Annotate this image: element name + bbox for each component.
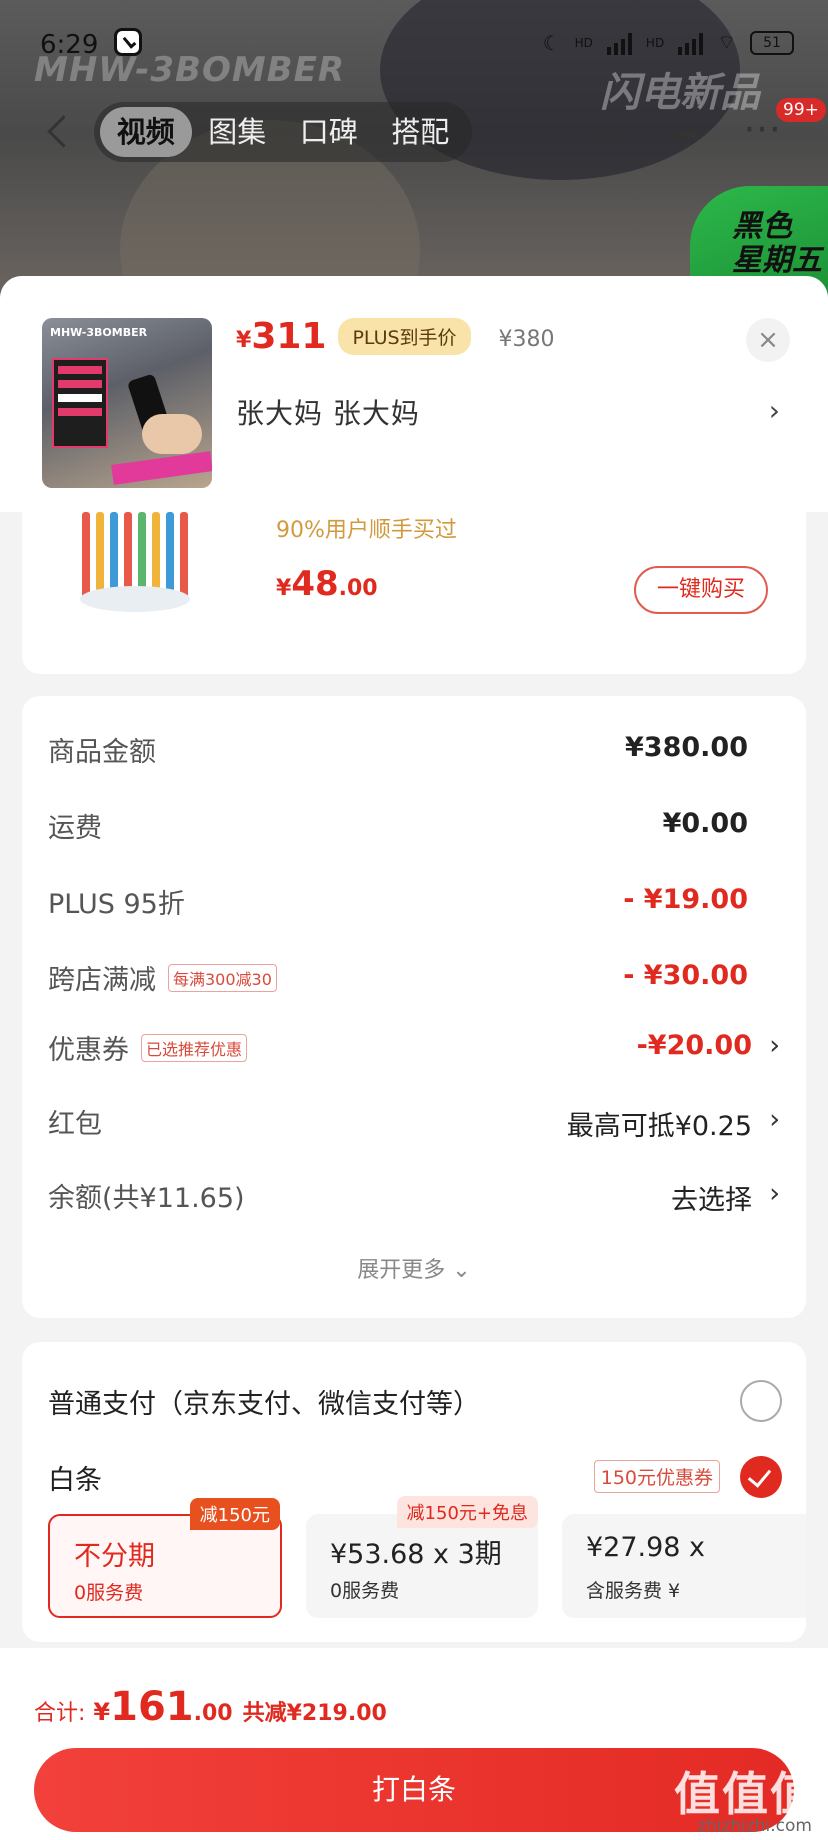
delivery-address[interactable]: 张大妈 张大妈 — [236, 392, 420, 432]
plan-badge: 减150元 — [189, 1498, 280, 1530]
sheet-header: MHW-3BOMBER ¥ 311 PLUS到手价 ¥380 张大妈 张大妈 ›… — [0, 276, 828, 512]
network-type-2: HD — [645, 35, 665, 50]
star-icon[interactable]: ☆ — [588, 112, 632, 156]
one-click-buy-button[interactable]: 一键购买 — [634, 566, 768, 614]
coupon-recommend-tag: 已选推荐优惠 — [141, 1033, 248, 1062]
original-price: ¥380 — [498, 327, 555, 352]
price-breakdown: 商品金额 ¥380.00 运费 ¥0.00 PLUS 95折 - ¥19.00 … — [22, 696, 806, 1318]
chevron-right-icon: › — [769, 1030, 780, 1061]
row-goods-amount: 商品金额 ¥380.00 — [48, 732, 748, 768]
moon-icon: ☾ — [542, 30, 561, 55]
back-icon[interactable] — [40, 112, 76, 152]
row-cross-store-discount: 跨店满减 每满300减30 - ¥30.00 — [48, 960, 748, 996]
status-icons: ☾ HD HD ⌔ 51 — [543, 30, 794, 55]
expand-more-button[interactable]: 展开更多 ⌄ — [22, 1252, 806, 1284]
addon-subtitle: 90%用户顺手买过 — [276, 518, 457, 543]
chevron-right-icon: › — [769, 1178, 780, 1209]
order-total: 合计: ¥ 161 .00 共减¥219.00 — [34, 1684, 387, 1730]
row-coupon[interactable]: 优惠券 已选推荐优惠 -¥20.00 › — [22, 1022, 806, 1072]
site-watermark-url: zhizhizhi.com — [697, 1816, 812, 1836]
tab-reviews[interactable]: 口碑 — [283, 107, 375, 157]
chevron-right-icon: › — [769, 1104, 780, 1135]
checkout-bar: 合计: ¥ 161 .00 共减¥219.00 打白条 值值值 zhizhizh… — [0, 1648, 828, 1840]
product-thumbnail: MHW-3BOMBER — [42, 318, 212, 488]
notification-badge: 99+ — [776, 98, 826, 122]
plus-price-tag: PLUS到手价 — [338, 318, 471, 355]
row-red-packet[interactable]: 红包 最高可抵¥0.25 › — [22, 1096, 806, 1146]
chevron-right-icon[interactable]: › — [769, 394, 780, 427]
network-type-1: HD — [574, 35, 593, 50]
battery-icon: 51 — [750, 30, 794, 55]
pay-option-normal[interactable]: 普通支付（京东支付、微信支付等） — [22, 1372, 806, 1428]
radio-unchecked[interactable] — [740, 1380, 782, 1422]
plan-badge: 减150元+免息 — [396, 1496, 538, 1528]
addon-price: ¥48.00 — [276, 564, 378, 604]
signal-icon — [678, 31, 704, 55]
row-balance[interactable]: 余额(共¥11.65) 去选择 › — [22, 1170, 806, 1220]
status-time: 6:29 — [40, 30, 99, 60]
top-nav: 视频 图集 口碑 搭配 ☆ ➦ ⋯ 99+ — [0, 98, 828, 162]
thumbnail-logo: MHW-3BOMBER — [50, 326, 148, 339]
black-friday-line2: 星期五 — [732, 243, 822, 278]
header-price: ¥ 311 PLUS到手价 ¥380 — [236, 316, 555, 357]
plan-3-periods[interactable]: 减150元+免息 ¥53.68 x 3期 0服务费 — [306, 1496, 538, 1618]
media-tabs: 视频 图集 口碑 搭配 — [94, 102, 472, 162]
total-savings: 共减¥219.00 — [242, 1701, 387, 1726]
app-notification-icon — [114, 28, 142, 56]
plan-no-installment[interactable]: 减150元 不分期 0服务费 — [48, 1498, 282, 1618]
installment-plans: 减150元 不分期 0服务费 减150元+免息 ¥53.68 x 3期 0服务费… — [48, 1496, 806, 1634]
tab-match[interactable]: 搭配 — [375, 107, 467, 157]
radio-checked-icon[interactable] — [740, 1456, 782, 1498]
payment-methods: 普通支付（京东支付、微信支付等） 白条 150元优惠券 减150元 不分期 0服… — [22, 1342, 806, 1642]
baitiao-coupon-tag: 150元优惠券 — [593, 1460, 720, 1493]
signal-icon — [606, 31, 632, 55]
final-price: 311 — [251, 316, 327, 357]
wifi-icon: ⌔ — [717, 30, 736, 54]
close-icon[interactable]: × — [746, 318, 790, 362]
tab-video[interactable]: 视频 — [100, 107, 192, 157]
share-icon[interactable]: ➦ — [664, 112, 708, 156]
black-friday-line1: 黑色 — [732, 209, 792, 244]
site-watermark: 值值值 — [674, 1767, 818, 1821]
discount-rule-tag: 每满300减30 — [168, 963, 277, 992]
status-bar: 6:29 ☾ HD HD ⌔ 51 — [0, 26, 828, 66]
checkout-sheet: 90%用户顺手买过 ¥48.00 一键购买 MHW-3BOMBER ¥ 311 … — [0, 276, 828, 1840]
row-plus-discount: PLUS 95折 - ¥19.00 — [48, 884, 748, 920]
row-shipping: 运费 ¥0.00 — [48, 808, 748, 844]
tab-gallery[interactable]: 图集 — [192, 107, 284, 157]
plan-more-periods[interactable]: ¥27.98 x 含服务费 ¥ — [562, 1514, 806, 1618]
